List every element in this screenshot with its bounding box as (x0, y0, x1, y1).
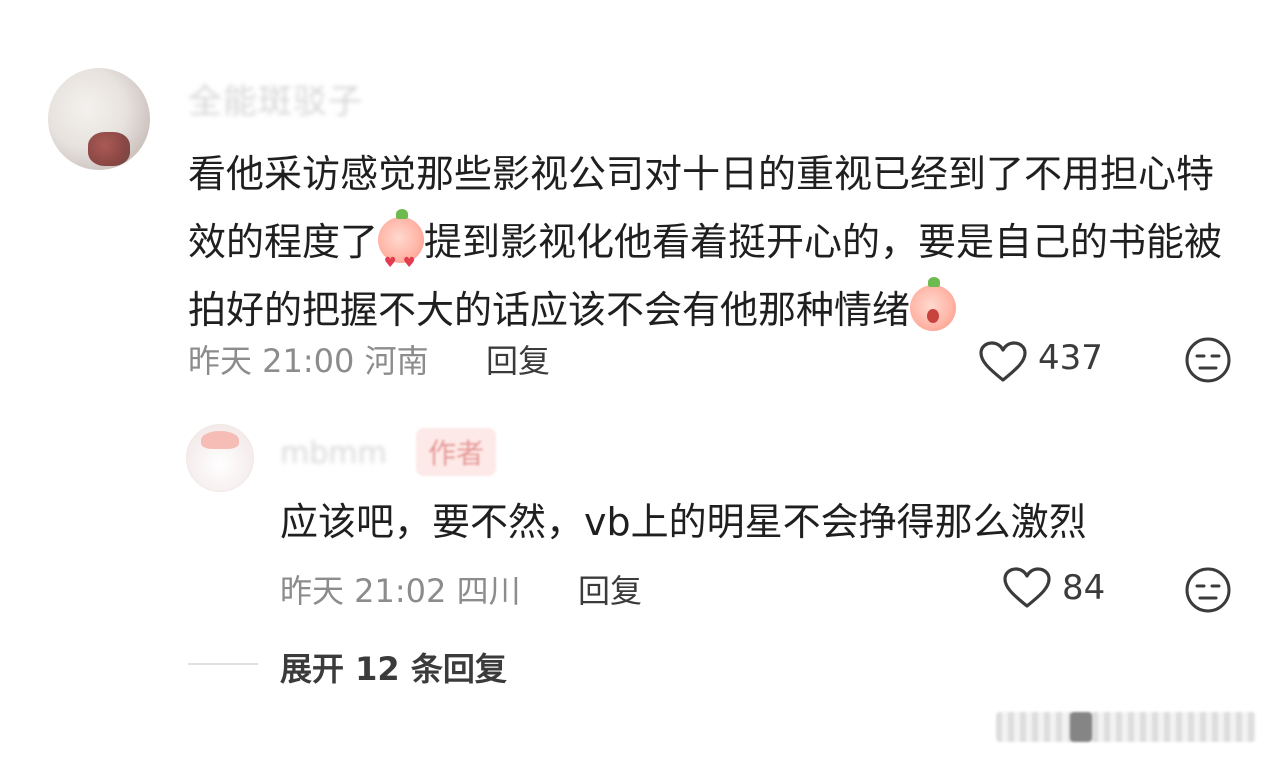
comment-text: 看他采访感觉那些影视公司对十日的重视已经到了不用担心特效的程度了提到影视化他看着… (188, 140, 1228, 344)
watermark-mark (1070, 712, 1092, 742)
reply-location: 四川 (456, 572, 521, 610)
reply-meta: 昨天 21:02 四川 (280, 566, 521, 612)
heart-like-icon[interactable] (1002, 566, 1052, 610)
like-count: 437 (1038, 338, 1103, 378)
reply-button[interactable]: 回复 (486, 336, 550, 382)
comment-meta: 昨天 21:00 河南 (188, 336, 429, 382)
expand-replies-button[interactable]: 展开 12 条回复 (280, 644, 507, 690)
shocked-emoji-icon (910, 277, 957, 331)
commenter-username[interactable]: 全能斑驳子 (188, 74, 363, 123)
reply-avatar[interactable] (186, 424, 254, 492)
reply-to-reply-button[interactable]: 回复 (578, 566, 642, 612)
reply-username[interactable]: mbmm (280, 436, 387, 471)
expand-divider (188, 663, 258, 665)
comment-location: 河南 (364, 342, 429, 380)
commenter-avatar[interactable] (48, 68, 150, 170)
dislike-face-icon[interactable] (1184, 336, 1232, 384)
blurred-watermark (996, 712, 1256, 742)
reply-text: 应该吧，要不然，vb上的明星不会挣得那么激烈 (280, 500, 1087, 544)
comment-time: 昨天 21:00 (188, 342, 355, 380)
reply-time: 昨天 21:02 (280, 572, 447, 610)
reply-like-count: 84 (1062, 568, 1106, 608)
heart-like-icon[interactable] (978, 340, 1028, 384)
avatar-image-detail (201, 431, 239, 449)
avatar-image-detail (88, 132, 130, 166)
dislike-face-icon[interactable] (1184, 566, 1232, 614)
heart-eyes-emoji-icon (378, 209, 425, 297)
author-badge: 作者 (416, 428, 497, 476)
